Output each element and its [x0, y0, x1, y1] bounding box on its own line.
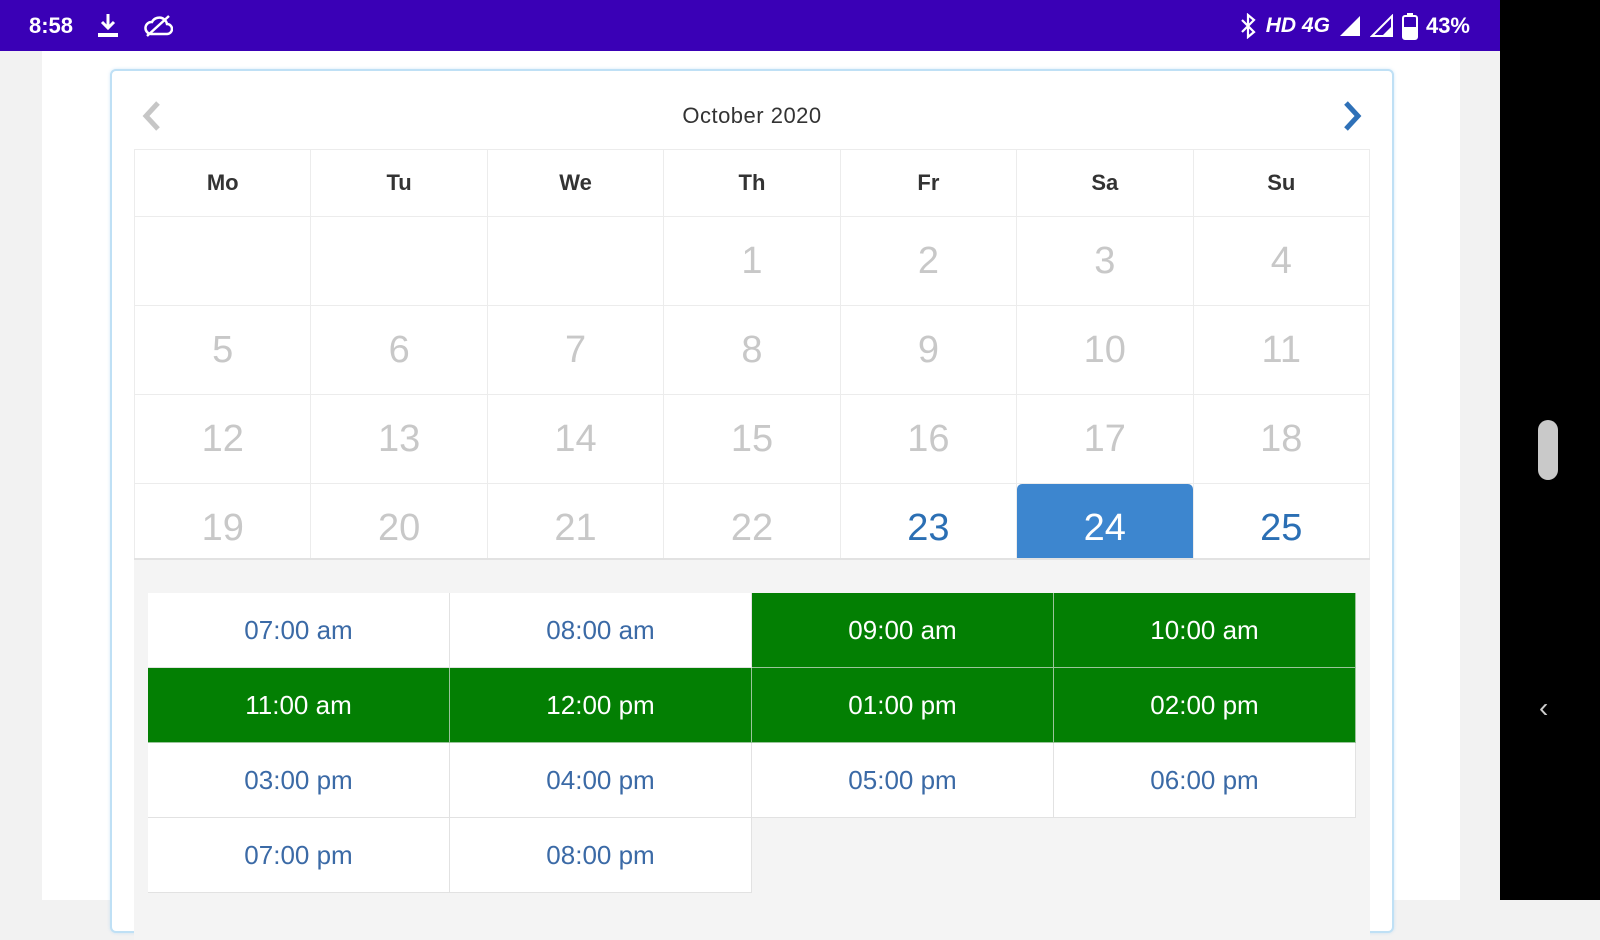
prev-month-button[interactable] — [132, 96, 172, 136]
cloud-off-icon — [143, 14, 174, 38]
time-slot-booked[interactable]: 01:00 pm — [752, 668, 1054, 743]
day-cell: 12 — [133, 394, 312, 484]
empty-day-cell — [486, 216, 665, 306]
day-cell: 14 — [486, 394, 665, 484]
time-slot-button[interactable]: 06:00 pm — [1054, 743, 1356, 818]
time-slot-booked[interactable]: 12:00 pm — [450, 668, 752, 743]
day-cell: 10 — [1016, 305, 1194, 395]
day-cell: 2 — [839, 216, 1018, 306]
time-slot-button[interactable]: 07:00 pm — [148, 818, 450, 893]
time-slot-booked[interactable]: 02:00 pm — [1054, 668, 1356, 743]
weekday-header: Tu — [310, 149, 488, 217]
weekday-header: Fr — [839, 149, 1018, 217]
download-icon — [95, 11, 121, 41]
day-cell: 17 — [1016, 394, 1194, 484]
day-cell: 7 — [486, 305, 665, 395]
weekday-header: We — [486, 149, 665, 217]
back-chevron-icon[interactable]: ‹ — [1539, 692, 1548, 724]
day-cell: 4 — [1192, 216, 1371, 306]
time-slot-booked[interactable]: 10:00 am — [1054, 593, 1356, 668]
weekday-header: Su — [1192, 149, 1371, 217]
status-bar: 8:58 HD 4G 43% — [0, 0, 1500, 51]
chevron-left-icon — [142, 101, 160, 131]
time-slot-button[interactable]: 08:00 pm — [450, 818, 752, 893]
calendar-week-row: 5 6 7 8 9 10 11 — [133, 305, 1371, 395]
day-cell: 13 — [310, 394, 488, 484]
time-slot-button[interactable]: 04:00 pm — [450, 743, 752, 818]
time-slot-button[interactable]: 08:00 am — [450, 593, 752, 668]
network-type: HD 4G — [1265, 13, 1330, 37]
time-slot-panel: 07:00 am 08:00 am 09:00 am 10:00 am 11:00 am… — [134, 558, 1370, 940]
empty-day-cell — [310, 216, 488, 306]
status-time: 8:58 — [29, 12, 74, 38]
day-cell: 16 — [839, 394, 1018, 484]
battery-icon — [1401, 12, 1418, 40]
time-slot-button[interactable]: 07:00 am — [148, 593, 450, 668]
day-cell: 15 — [663, 394, 841, 484]
calendar-week-row: 12 13 14 15 16 17 18 — [133, 394, 1371, 484]
calendar-header: October 2020 — [132, 91, 1372, 141]
day-cell: 1 — [663, 216, 841, 306]
day-cell: 18 — [1192, 394, 1371, 484]
scroll-handle[interactable] — [1538, 420, 1558, 480]
time-slot-grid: 07:00 am 08:00 am 09:00 am 10:00 am 11:00 am… — [148, 593, 1356, 893]
month-title: October 2020 — [682, 103, 822, 128]
day-cell: 8 — [663, 305, 841, 395]
chevron-right-icon — [1344, 101, 1362, 131]
signal-icon — [1369, 13, 1394, 38]
booking-calendar: October 2020 Mo Tu We Th Fr Sa Su 1 2 3 4 5 6 7 8 9 10 1… — [110, 69, 1394, 940]
time-slot-booked[interactable]: 09:00 am — [752, 593, 1054, 668]
time-slot-button[interactable]: 03:00 pm — [148, 743, 450, 818]
day-cell: 3 — [1016, 216, 1194, 306]
calendar-grid: Mo Tu We Th Fr Sa Su 1 2 3 4 5 6 7 8 9 10 11 12 13 14 15 16 17… — [133, 149, 1371, 573]
battery-level: 43% — [1425, 12, 1470, 38]
day-cell: 6 — [310, 305, 488, 395]
time-slot-button[interactable]: 05:00 pm — [752, 743, 1054, 818]
weekday-row: Mo Tu We Th Fr Sa Su — [133, 149, 1371, 217]
next-month-button[interactable] — [1332, 96, 1372, 136]
weekday-header: Mo — [133, 149, 312, 217]
calendar-week-row: 1234 — [133, 216, 1371, 306]
signal-icon — [1338, 14, 1362, 38]
weekday-header: Th — [663, 149, 841, 217]
time-slot-booked[interactable]: 11:00 am — [148, 668, 450, 743]
day-cell: 9 — [839, 305, 1018, 395]
day-cell: 11 — [1192, 305, 1371, 395]
weekday-header: Sa — [1016, 149, 1194, 217]
empty-day-cell — [133, 216, 312, 306]
bluetooth-icon — [1238, 12, 1258, 39]
day-cell: 5 — [133, 305, 312, 395]
